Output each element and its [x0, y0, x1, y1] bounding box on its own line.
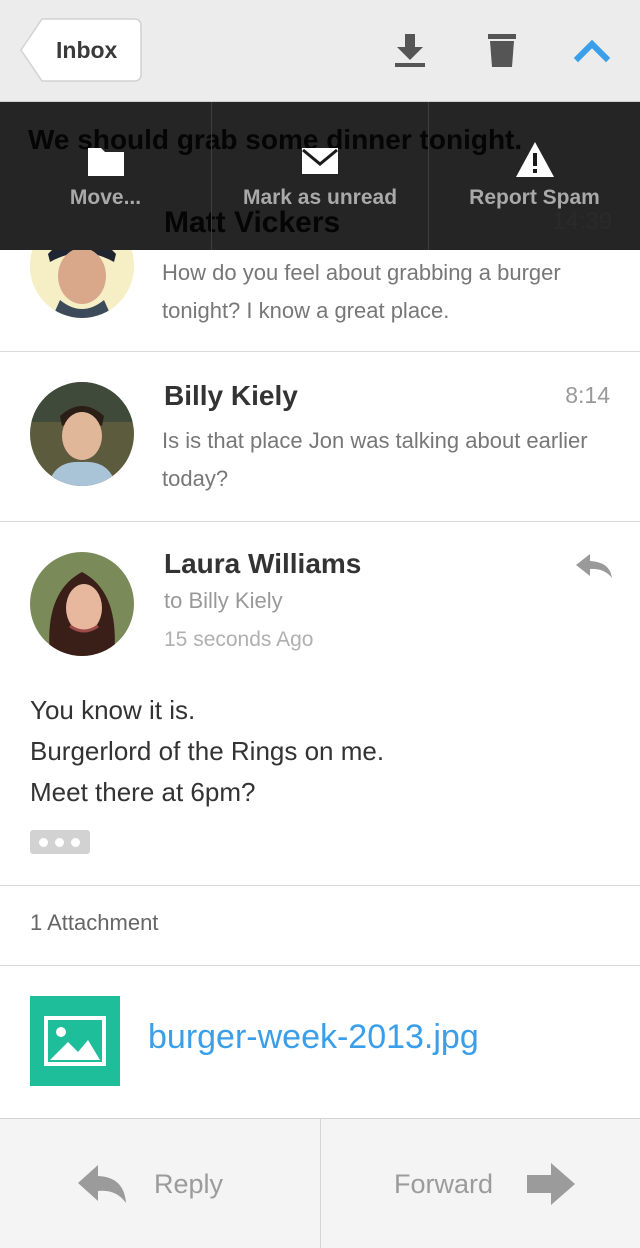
message-billy-kiely[interactable]: Billy Kiely 8:14 Is is that place Jon wa…	[0, 352, 640, 522]
warning-icon	[515, 142, 554, 177]
avatar-image	[30, 382, 134, 486]
avatar-image	[30, 250, 134, 318]
reply-arrow-icon	[78, 1165, 126, 1203]
body-line: Burgerlord of the Rings on me.	[30, 736, 385, 766]
folder-icon	[87, 148, 124, 176]
reply-label: Reply	[154, 1169, 224, 1199]
message-snippet: Is is that place Jon was talking about e…	[162, 428, 588, 491]
sent-time-line: 15 seconds Ago	[164, 628, 314, 651]
message-actions-overlay: We should grab some dinner tonight. Matt…	[0, 102, 640, 250]
avatar	[30, 552, 134, 656]
mark-as-unread-label: Mark as unread	[242, 186, 398, 209]
move-label: Move...	[69, 186, 142, 209]
file-thumbnail	[30, 996, 120, 1086]
reply-icon[interactable]	[574, 550, 614, 582]
dot	[39, 838, 48, 847]
move-button[interactable]: Move...	[0, 102, 211, 250]
envelope-icon	[302, 148, 338, 174]
message-time: 8:14	[565, 382, 610, 408]
attachment-filename[interactable]: burger-week-2013.jpg	[148, 1018, 479, 1057]
report-spam-label: Report Spam	[469, 186, 600, 209]
inbox-back-button[interactable]: Inbox	[20, 18, 142, 82]
attachment-item[interactable]: burger-week-2013.jpg	[0, 966, 640, 1118]
dot	[55, 838, 64, 847]
mark-as-unread-button[interactable]: Mark as unread	[212, 102, 428, 250]
forward-label: Forward	[394, 1169, 494, 1199]
report-spam-button[interactable]: Report Spam	[429, 102, 640, 250]
message-matt-vickers[interactable]: How do you feel about grabbing a burger …	[0, 250, 640, 352]
forward-arrow-icon	[527, 1163, 575, 1205]
forward-button[interactable]: Forward	[321, 1119, 640, 1248]
avatar	[30, 250, 134, 318]
attachment-count: 1 Attachment	[30, 910, 159, 935]
message-body: You know it is. Burgerlord of the Rings …	[30, 690, 384, 813]
reply-button[interactable]: Reply	[0, 1119, 320, 1248]
recipient-line: to Billy Kiely	[164, 588, 283, 613]
message-snippet: How do you feel about grabbing a burger …	[162, 260, 561, 323]
show-quoted-button[interactable]	[30, 830, 90, 854]
body-line: You know it is.	[30, 695, 196, 725]
image-icon	[44, 1016, 106, 1066]
download-icon[interactable]	[388, 28, 432, 72]
sender-name: Billy Kiely	[164, 380, 298, 411]
bottom-toolbar: Reply Forward	[0, 1118, 640, 1248]
body-line: Meet there at 6pm?	[30, 777, 256, 807]
message-laura-williams: Laura Williams to Billy Kiely 15 seconds…	[0, 522, 640, 886]
chevron-up-icon[interactable]	[570, 28, 614, 72]
navigation-bar: Inbox	[0, 0, 640, 102]
sender-name: Laura Williams	[164, 548, 362, 579]
avatar	[30, 382, 134, 486]
attachment-header: 1 Attachment	[0, 886, 640, 966]
avatar-image	[30, 552, 134, 656]
trash-icon[interactable]	[480, 28, 524, 72]
inbox-back-label: Inbox	[56, 37, 118, 63]
dot	[71, 838, 80, 847]
